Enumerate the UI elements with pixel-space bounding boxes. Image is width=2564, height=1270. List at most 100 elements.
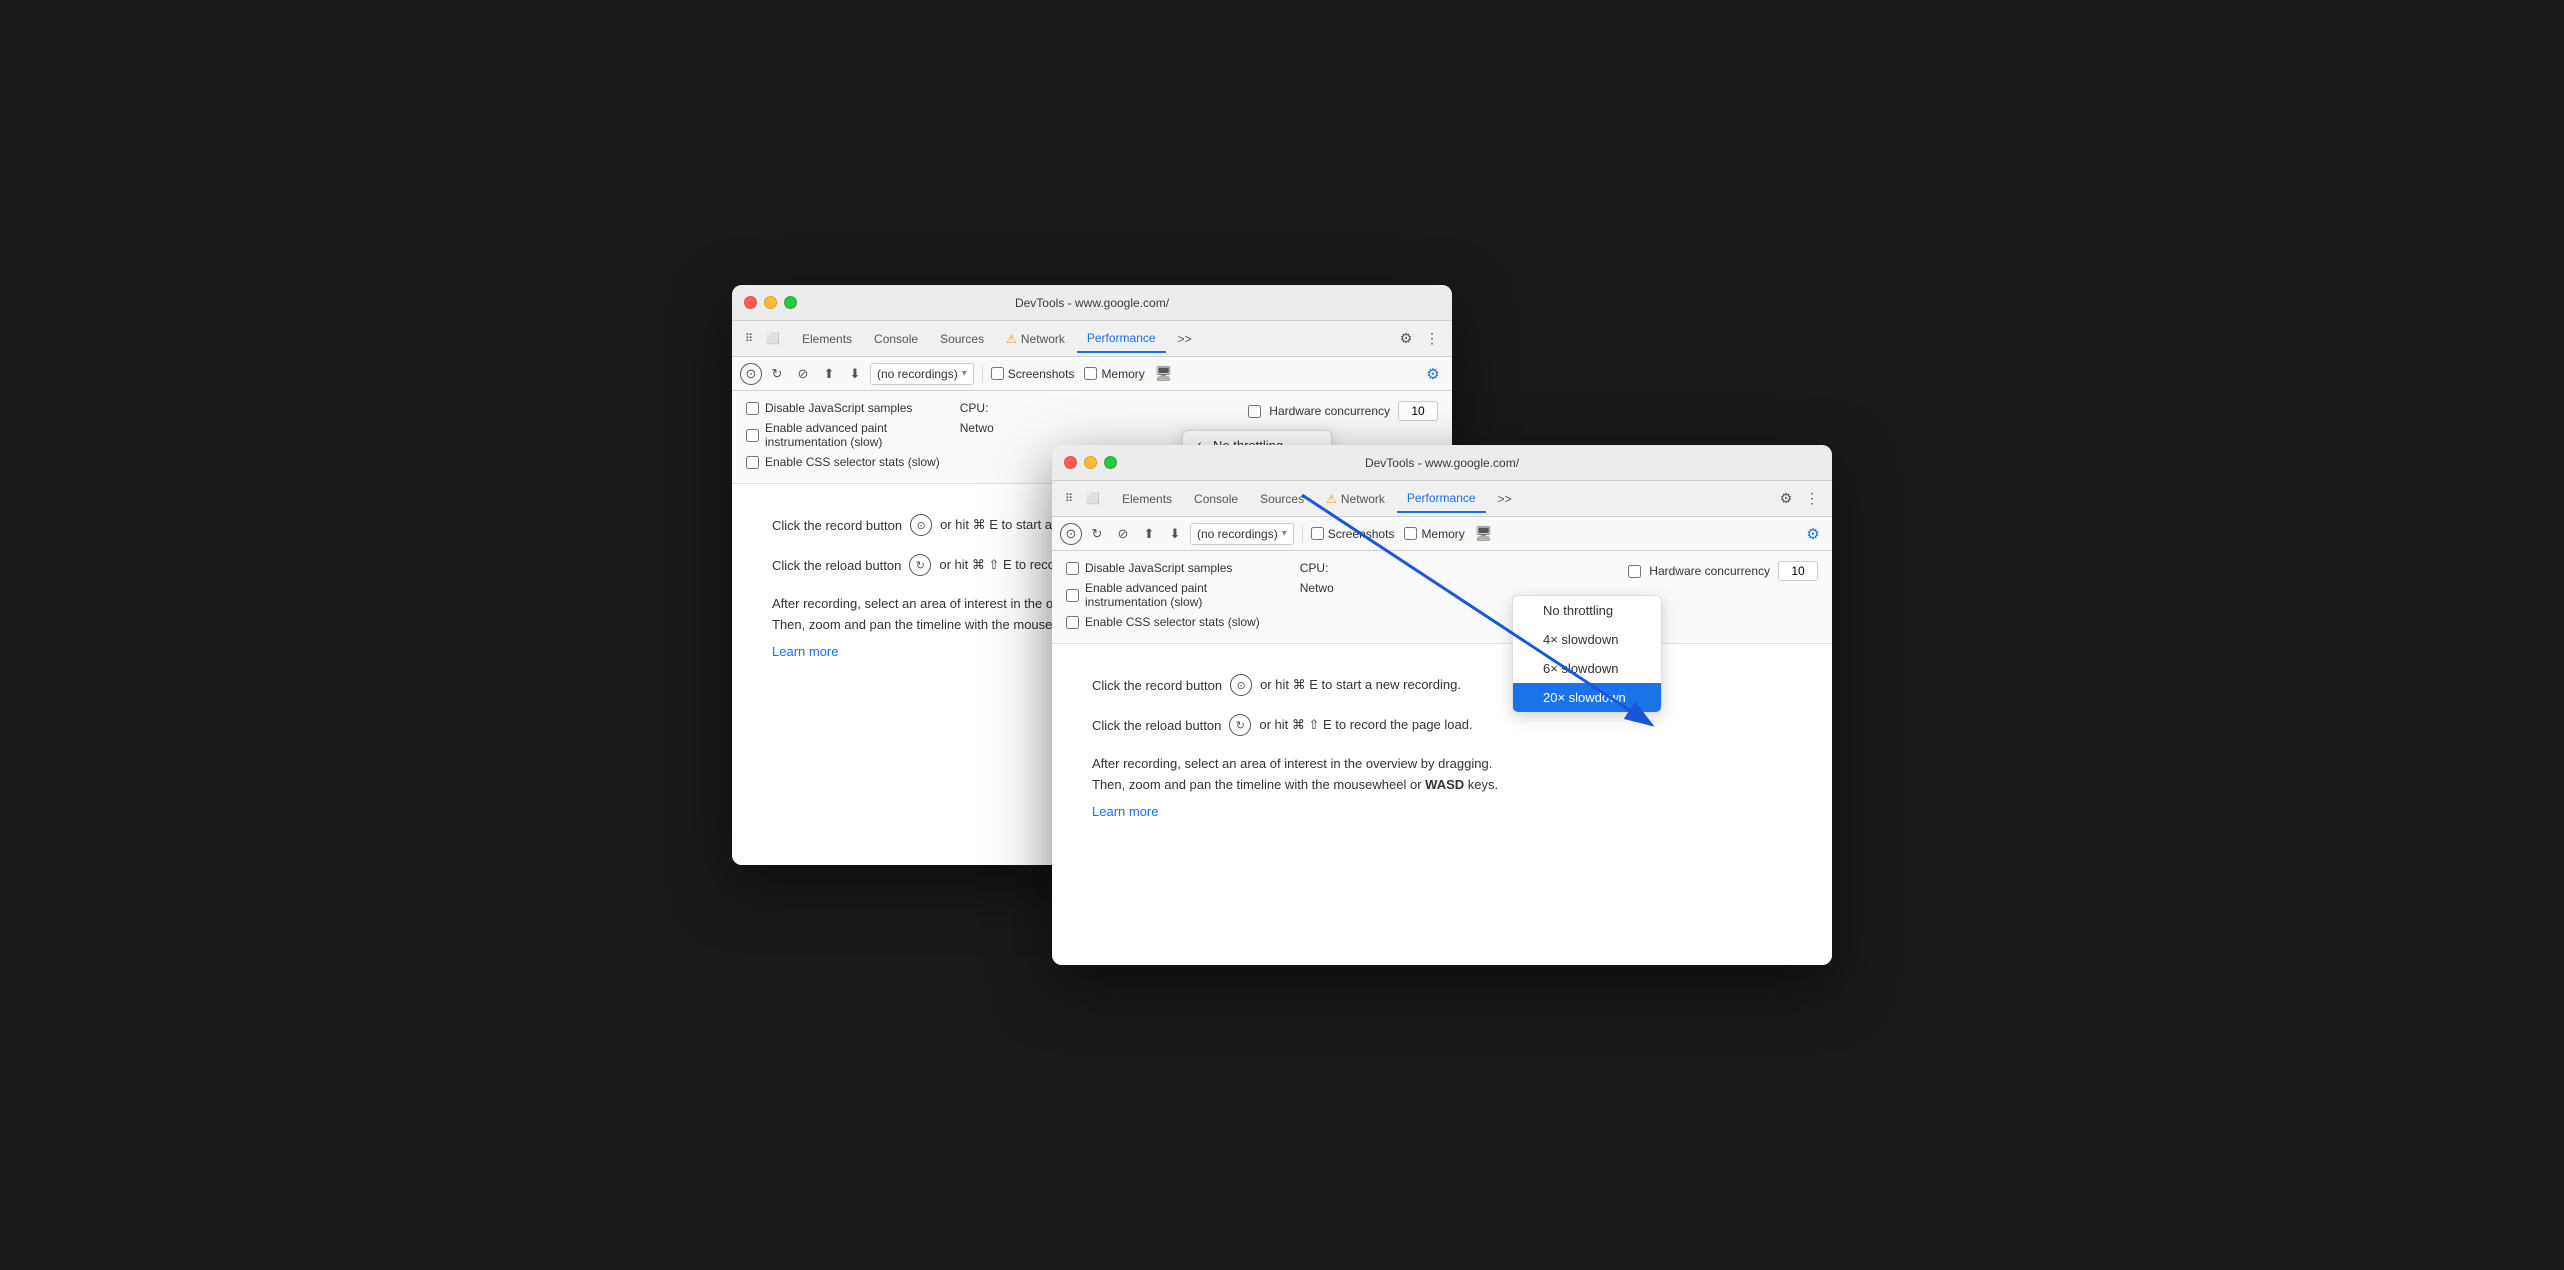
hardware-label-back: Hardware concurrency bbox=[1269, 404, 1390, 418]
tab-network-front[interactable]: ⚠Network bbox=[1316, 485, 1395, 513]
download-btn-front[interactable]: ⬇ bbox=[1164, 523, 1186, 545]
memory-check-back[interactable] bbox=[1084, 367, 1097, 380]
css-selector-label-front: Enable CSS selector stats (slow) bbox=[1085, 615, 1260, 629]
info-para-front: After recording, select an area of inter… bbox=[1092, 754, 1792, 796]
memory-group-front: Memory bbox=[1404, 527, 1464, 541]
hardware-row-back: Hardware concurrency bbox=[1248, 401, 1438, 421]
settings-left-back: Disable JavaScript samples Enable advanc… bbox=[746, 401, 940, 469]
tab-elements-front[interactable]: Elements bbox=[1112, 485, 1182, 513]
20x-slowdown-front[interactable]: 20× slowdown bbox=[1513, 683, 1661, 712]
disable-js-check-back[interactable] bbox=[746, 402, 759, 415]
stop-btn-front[interactable]: ⊘ bbox=[1112, 523, 1134, 545]
record-btn-icon-front: ⊙ bbox=[1230, 674, 1252, 696]
network-row-back: Netwo bbox=[960, 421, 1117, 435]
more-icon-back[interactable]: ⋮ bbox=[1420, 327, 1444, 351]
screenshots-label-front: Screenshots bbox=[1328, 527, 1395, 541]
instructions-front: Click the record button ⊙ or hit ⌘ E to … bbox=[1052, 644, 1832, 849]
reload-btn-front[interactable]: ↻ bbox=[1086, 523, 1108, 545]
memory-check-front[interactable] bbox=[1404, 527, 1417, 540]
titlebar-front: DevTools - www.google.com/ bbox=[1052, 445, 1832, 481]
devtools-icon-back[interactable]: ⠿ bbox=[740, 330, 758, 348]
screenshots-check-front[interactable] bbox=[1311, 527, 1324, 540]
inspect-icon-back[interactable]: ⬜ bbox=[764, 330, 782, 348]
tab-more-front[interactable]: >> bbox=[1488, 485, 1522, 513]
close-button-front[interactable] bbox=[1064, 456, 1077, 469]
advanced-paint-sub-back: instrumentation (slow) bbox=[765, 435, 887, 449]
tab-icons-front: ⠿ ⬜ bbox=[1060, 490, 1102, 508]
upload-btn-back[interactable]: ⬆ bbox=[818, 363, 840, 385]
recordings-value-front: (no recordings) bbox=[1197, 527, 1278, 541]
network-row-front: Netwo bbox=[1300, 581, 1334, 595]
concurrency-input-back[interactable] bbox=[1398, 401, 1438, 421]
devtools-window-front: DevTools - www.google.com/ ⠿ ⬜ Elements … bbox=[1052, 445, 1832, 965]
hardware-check-front[interactable] bbox=[1628, 565, 1641, 578]
tab-network-back[interactable]: ⚠Network bbox=[996, 325, 1075, 353]
cpu-label-back: CPU: bbox=[960, 401, 989, 415]
hardware-check-back[interactable] bbox=[1248, 405, 1261, 418]
advanced-paint-check-back[interactable] bbox=[746, 429, 759, 442]
record-btn-icon-back: ⊙ bbox=[910, 514, 932, 536]
recordings-value-back: (no recordings) bbox=[877, 367, 958, 381]
network-label-front: Netwo bbox=[1300, 581, 1334, 595]
gear-icon-back[interactable]: ⚙ bbox=[1394, 327, 1418, 351]
disable-js-check-front[interactable] bbox=[1066, 562, 1079, 575]
record-btn-front[interactable]: ⊙ bbox=[1060, 523, 1082, 545]
advanced-paint-check-front[interactable] bbox=[1066, 589, 1079, 602]
close-button-back[interactable] bbox=[744, 296, 757, 309]
minimize-button-back[interactable] bbox=[764, 296, 777, 309]
settings-right-front: CPU: Netwo bbox=[1300, 561, 1334, 595]
4x-slowdown-front[interactable]: 4× slowdown bbox=[1513, 625, 1661, 654]
cpu-row-front: CPU: bbox=[1300, 561, 1334, 575]
toolbar-front: ⊙ ↻ ⊘ ⬆ ⬇ (no recordings) ▾ Screenshots … bbox=[1052, 517, 1832, 551]
settings-cog-back[interactable]: ⚙ bbox=[1422, 363, 1444, 385]
css-selector-check-front[interactable] bbox=[1066, 616, 1079, 629]
tab-sources-back[interactable]: Sources bbox=[930, 325, 994, 353]
reload-text-front: Click the reload button bbox=[1092, 718, 1221, 733]
upload-btn-front[interactable]: ⬆ bbox=[1138, 523, 1160, 545]
minimize-button-front[interactable] bbox=[1084, 456, 1097, 469]
stop-btn-back[interactable]: ⊘ bbox=[792, 363, 814, 385]
tab-console-front[interactable]: Console bbox=[1184, 485, 1248, 513]
maximize-button-front[interactable] bbox=[1104, 456, 1117, 469]
record-suffix-front: or hit ⌘ E to start a new recording. bbox=[1260, 677, 1461, 693]
css-selector-item-back: Enable CSS selector stats (slow) bbox=[746, 455, 940, 469]
traffic-lights-back bbox=[744, 296, 797, 309]
settings-left-front: Disable JavaScript samples Enable advanc… bbox=[1066, 561, 1260, 629]
inspect-icon-front[interactable]: ⬜ bbox=[1084, 490, 1102, 508]
settings-cog-front[interactable]: ⚙ bbox=[1802, 523, 1824, 545]
recordings-select-back[interactable]: (no recordings) ▾ bbox=[870, 363, 974, 385]
more-icon-front[interactable]: ⋮ bbox=[1800, 487, 1824, 511]
recordings-select-front[interactable]: (no recordings) ▾ bbox=[1190, 523, 1294, 545]
tab-performance-back[interactable]: Performance bbox=[1077, 325, 1166, 353]
computer-icon-front: 🖥 bbox=[1475, 525, 1493, 542]
screenshots-group-back: Screenshots bbox=[991, 367, 1075, 381]
concurrency-input-front[interactable] bbox=[1778, 561, 1818, 581]
hardware-label-front: Hardware concurrency bbox=[1649, 564, 1770, 578]
screenshots-group-front: Screenshots bbox=[1311, 527, 1395, 541]
tab-sources-front[interactable]: Sources bbox=[1250, 485, 1314, 513]
screenshots-label-back: Screenshots bbox=[1008, 367, 1075, 381]
settings-panel-front: Disable JavaScript samples Enable advanc… bbox=[1052, 551, 1832, 644]
screenshots-check-back[interactable] bbox=[991, 367, 1004, 380]
tab-performance-front[interactable]: Performance bbox=[1397, 485, 1486, 513]
record-btn-back[interactable]: ⊙ bbox=[740, 363, 762, 385]
cpu-row-back: CPU: bbox=[960, 401, 1117, 415]
tab-more-back[interactable]: >> bbox=[1168, 325, 1202, 353]
download-btn-back[interactable]: ⬇ bbox=[844, 363, 866, 385]
6x-slowdown-front[interactable]: 6× slowdown bbox=[1513, 654, 1661, 683]
memory-group-back: Memory bbox=[1084, 367, 1144, 381]
tab-console-back[interactable]: Console bbox=[864, 325, 928, 353]
maximize-button-back[interactable] bbox=[784, 296, 797, 309]
disable-js-label-front: Disable JavaScript samples bbox=[1085, 561, 1232, 575]
titlebar-back: DevTools - www.google.com/ bbox=[732, 285, 1452, 321]
css-selector-check-back[interactable] bbox=[746, 456, 759, 469]
no-throttling-front[interactable]: No throttling bbox=[1513, 596, 1661, 625]
devtools-icon-front[interactable]: ⠿ bbox=[1060, 490, 1078, 508]
window-title-front: DevTools - www.google.com/ bbox=[1365, 456, 1519, 470]
advanced-paint-item-back: Enable advanced paint instrumentation (s… bbox=[746, 421, 940, 449]
reload-suffix-front: or hit ⌘ ⇧ E to record the page load. bbox=[1259, 717, 1472, 733]
gear-icon-front[interactable]: ⚙ bbox=[1774, 487, 1798, 511]
learn-more-front[interactable]: Learn more bbox=[1092, 804, 1792, 819]
reload-btn-back[interactable]: ↻ bbox=[766, 363, 788, 385]
tab-elements-back[interactable]: Elements bbox=[792, 325, 862, 353]
